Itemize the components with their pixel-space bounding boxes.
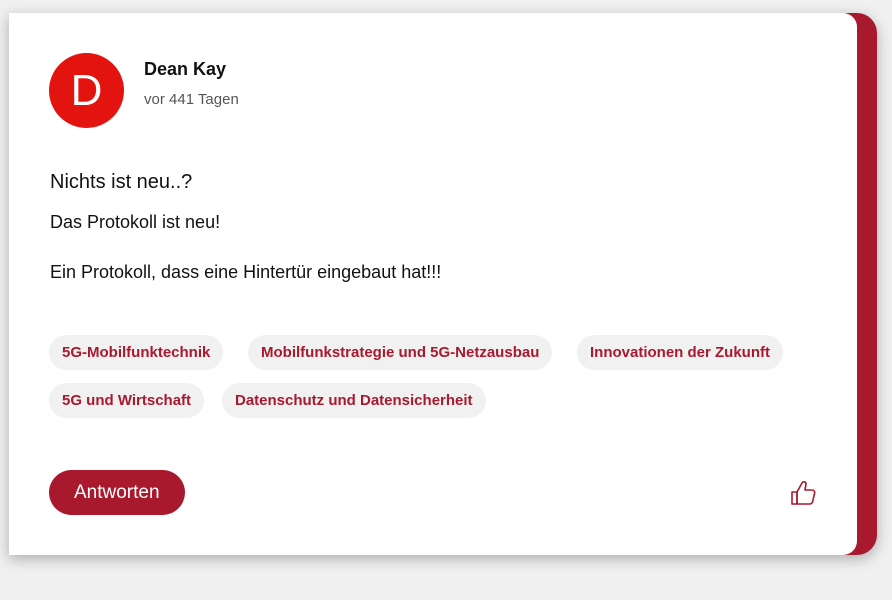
tag-5g-mobilfunktechnik[interactable]: 5G-Mobilfunktechnik (49, 335, 224, 370)
tag-mobilfunkstrategie[interactable]: Mobilfunkstrategie und 5G-Netzausbau (248, 335, 553, 370)
comment-card: D Dean Kay vor 441 Tagen Nichts ist neu.… (9, 13, 877, 555)
post-timestamp: vor 441 Tagen (144, 91, 239, 108)
comment-card-body: D Dean Kay vor 441 Tagen Nichts ist neu.… (9, 13, 857, 555)
post-body-line: Ein Protokoll, dass eine Hintertür einge… (50, 262, 442, 282)
post-title: Nichts ist neu..? (50, 171, 193, 193)
avatar-initial: D (70, 66, 103, 115)
tag-5g-wirtschaft[interactable]: 5G und Wirtschaft (49, 383, 205, 418)
avatar: D (49, 53, 124, 128)
tag-innovationen[interactable]: Innovationen der Zukunft (577, 335, 783, 370)
tag-datenschutz[interactable]: Datenschutz und Datensicherheit (222, 383, 486, 418)
reply-button[interactable]: Antworten (49, 470, 185, 515)
thumbs-up-icon[interactable] (790, 479, 818, 507)
author-name: Dean Kay (144, 59, 227, 79)
post-body-line: Das Protokoll ist neu! (50, 212, 221, 232)
